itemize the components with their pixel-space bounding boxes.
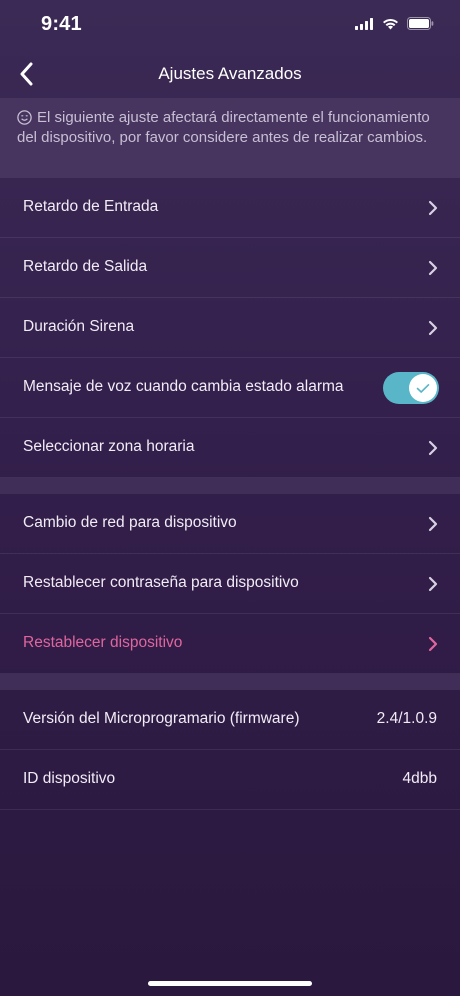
section-divider (0, 674, 460, 690)
settings-section-device: Cambio de red para dispositivo Restablec… (0, 494, 460, 674)
cellular-signal-icon (355, 17, 373, 30)
smiley-icon (17, 110, 32, 125)
chevron-right-icon (428, 260, 438, 276)
firmware-version-label: Versión del Microprogramario (firmware) (23, 710, 300, 727)
reset-password-label: Restablecer contraseña para dispositivo (23, 574, 299, 591)
exit-delay-label: Retardo de Salida (23, 258, 148, 275)
chevron-right-icon (428, 200, 438, 216)
notice-text: El siguiente ajuste afectará directament… (17, 109, 430, 146)
network-change-label: Cambio de red para dispositivo (23, 514, 237, 531)
status-icons (355, 17, 434, 30)
entry-delay-label: Retardo de Entrada (23, 198, 159, 215)
timezone-label: Seleccionar zona horaria (23, 438, 195, 455)
exit-delay-row[interactable]: Retardo de Salida (0, 238, 460, 298)
chevron-right-icon (428, 320, 438, 336)
firmware-version-row: Versión del Microprogramario (firmware) … (0, 690, 460, 750)
toggle-knob (409, 374, 437, 402)
page-title: Ajustes Avanzados (158, 64, 302, 83)
status-bar: 9:41 (0, 0, 460, 50)
voice-message-row: Mensaje de voz cuando cambia estado alar… (0, 358, 460, 418)
chevron-right-icon (428, 636, 438, 652)
reset-password-row[interactable]: Restablecer contraseña para dispositivo (0, 554, 460, 614)
siren-duration-row[interactable]: Duración Sirena (0, 298, 460, 358)
device-id-label: ID dispositivo (23, 770, 116, 787)
chevron-right-icon (428, 440, 438, 456)
voice-message-label: Mensaje de voz cuando cambia estado alar… (23, 378, 344, 395)
chevron-right-icon (428, 576, 438, 592)
checkmark-icon (416, 383, 430, 393)
reset-device-label: Restablecer dispositivo (23, 634, 183, 651)
section-divider (0, 478, 460, 494)
settings-section-general: Retardo de Entrada Retardo de Salida Dur… (0, 178, 460, 478)
home-indicator (148, 981, 312, 986)
device-info-section: Versión del Microprogramario (firmware) … (0, 690, 460, 810)
firmware-version-value: 2.4/1.0.9 (376, 710, 437, 727)
warning-notice: El siguiente ajuste afectará directament… (0, 98, 460, 178)
chevron-right-icon (428, 516, 438, 532)
entry-delay-row[interactable]: Retardo de Entrada (0, 178, 460, 238)
navigation-bar: Ajustes Avanzados (0, 50, 460, 98)
reset-device-row[interactable]: Restablecer dispositivo (0, 614, 460, 674)
timezone-row[interactable]: Seleccionar zona horaria (0, 418, 460, 478)
battery-icon (407, 17, 434, 30)
siren-duration-label: Duración Sirena (23, 318, 135, 335)
status-time: 9:41 (41, 13, 82, 35)
voice-message-toggle[interactable] (383, 372, 439, 404)
device-id-row: ID dispositivo 4dbb (0, 750, 460, 810)
network-change-row[interactable]: Cambio de red para dispositivo (0, 494, 460, 554)
wifi-icon (383, 18, 398, 29)
device-id-value: 4dbb (402, 770, 437, 787)
